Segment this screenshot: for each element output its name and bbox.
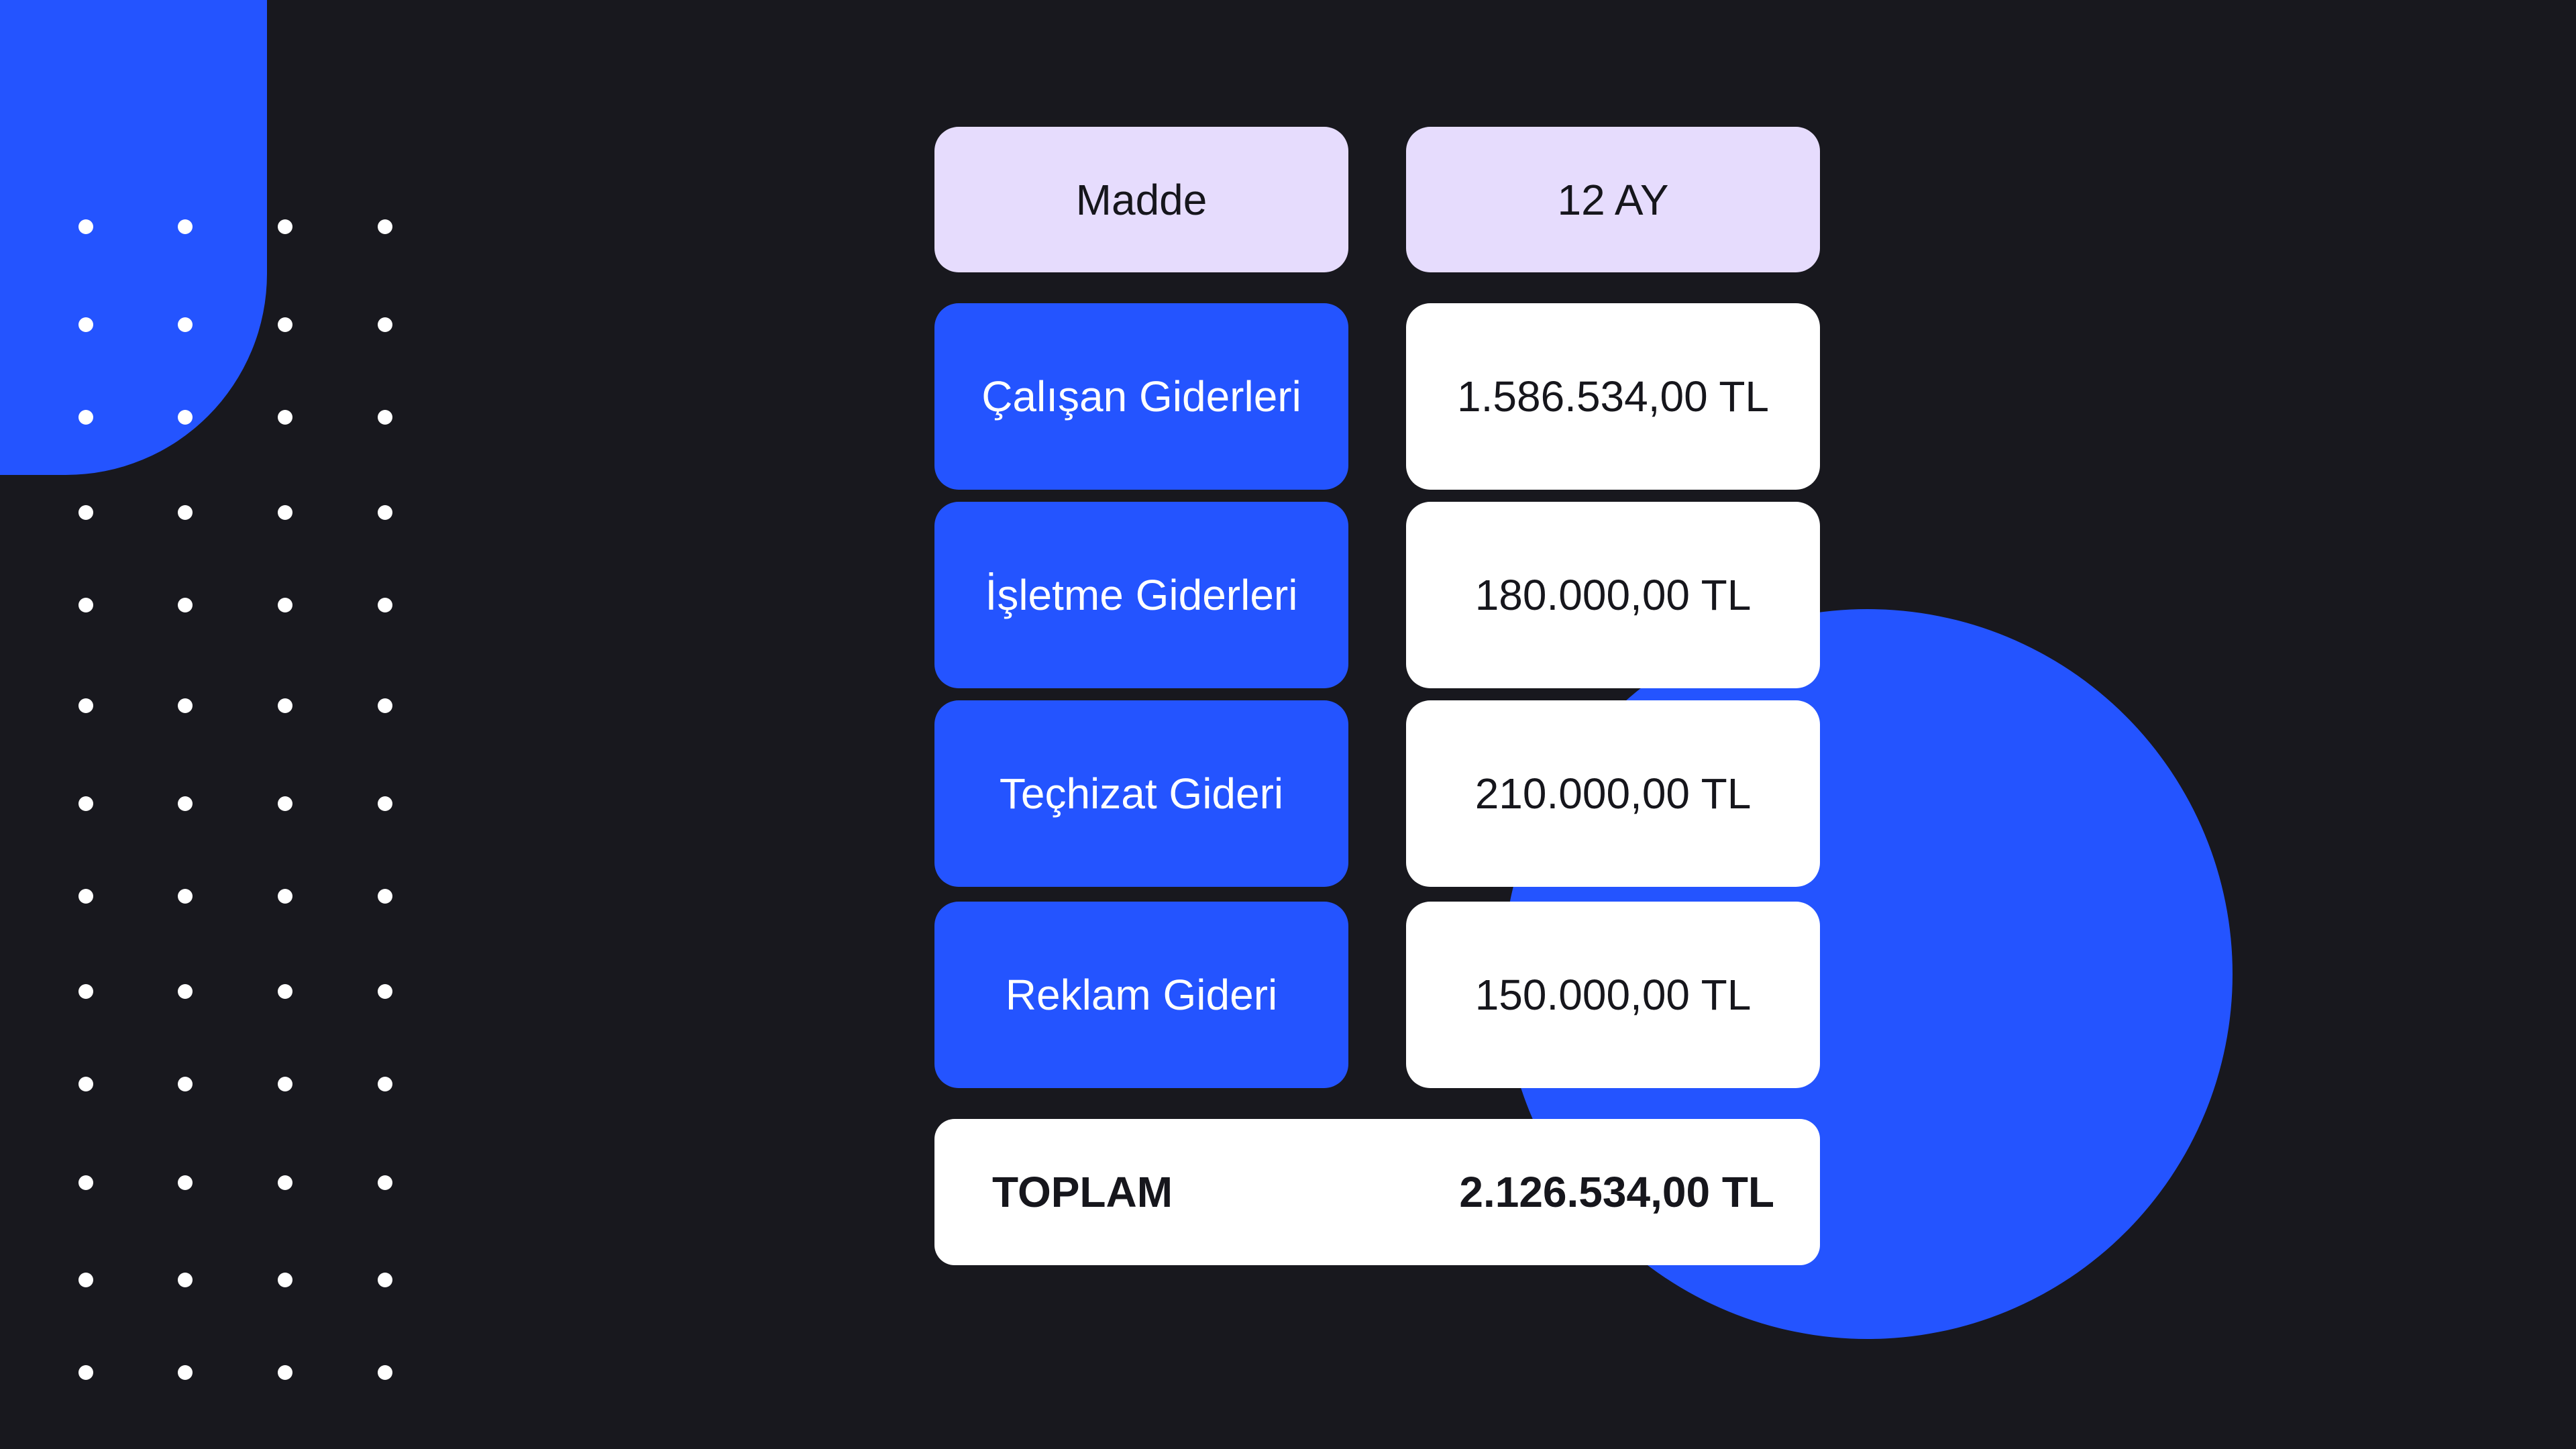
dot xyxy=(278,410,292,425)
dot xyxy=(78,505,93,520)
dot xyxy=(178,598,193,612)
row-value-advertising-expense: 150.000,00 TL xyxy=(1406,902,1820,1088)
row-label-operating-expenses: İşletme Giderleri xyxy=(934,502,1348,688)
dot xyxy=(78,317,93,332)
dot xyxy=(378,317,392,332)
dot xyxy=(378,1175,392,1190)
dot xyxy=(178,505,193,520)
total-row: TOPLAM 2.126.534,00 TL xyxy=(934,1119,1820,1265)
row-value-operating-expenses: 180.000,00 TL xyxy=(1406,502,1820,688)
header-item: Madde xyxy=(934,127,1348,272)
dot xyxy=(278,889,292,904)
row-label-equipment-expense: Teçhizat Gideri xyxy=(934,700,1348,887)
dot xyxy=(378,1365,392,1380)
dot xyxy=(278,1365,292,1380)
dot xyxy=(378,598,392,612)
row-label-employee-expenses: Çalışan Giderleri xyxy=(934,303,1348,490)
dot xyxy=(78,410,93,425)
dot xyxy=(378,505,392,520)
dot xyxy=(78,1365,93,1380)
dot xyxy=(78,889,93,904)
dot xyxy=(178,698,193,713)
dot xyxy=(178,219,193,234)
dot xyxy=(378,984,392,999)
row-label-advertising-expense: Reklam Gideri xyxy=(934,902,1348,1088)
dot xyxy=(278,1273,292,1287)
dot xyxy=(178,1273,193,1287)
dot-grid-decoration xyxy=(0,0,470,1449)
dot xyxy=(278,1077,292,1091)
dot xyxy=(178,984,193,999)
dot xyxy=(278,317,292,332)
dot xyxy=(78,1077,93,1091)
dot xyxy=(278,796,292,811)
dot xyxy=(378,796,392,811)
dot xyxy=(178,317,193,332)
row-value-equipment-expense: 210.000,00 TL xyxy=(1406,700,1820,887)
dot xyxy=(178,1077,193,1091)
dot xyxy=(378,1077,392,1091)
dot xyxy=(378,219,392,234)
dot xyxy=(378,1273,392,1287)
dot xyxy=(78,219,93,234)
header-period: 12 AY xyxy=(1406,127,1820,272)
dot xyxy=(278,984,292,999)
dot xyxy=(78,984,93,999)
dot xyxy=(278,505,292,520)
total-value: 2.126.534,00 TL xyxy=(1459,1168,1774,1216)
dot xyxy=(78,1175,93,1190)
dot xyxy=(378,410,392,425)
total-label: TOPLAM xyxy=(992,1168,1173,1216)
dot xyxy=(178,1175,193,1190)
dot xyxy=(178,1365,193,1380)
dot xyxy=(278,698,292,713)
dot xyxy=(278,1175,292,1190)
dot xyxy=(178,889,193,904)
dot xyxy=(378,889,392,904)
dot xyxy=(178,796,193,811)
dot xyxy=(378,698,392,713)
row-value-employee-expenses: 1.586.534,00 TL xyxy=(1406,303,1820,490)
dot xyxy=(278,598,292,612)
dot xyxy=(78,598,93,612)
dot xyxy=(78,1273,93,1287)
dot xyxy=(278,219,292,234)
dot xyxy=(78,796,93,811)
dot xyxy=(178,410,193,425)
dot xyxy=(78,698,93,713)
